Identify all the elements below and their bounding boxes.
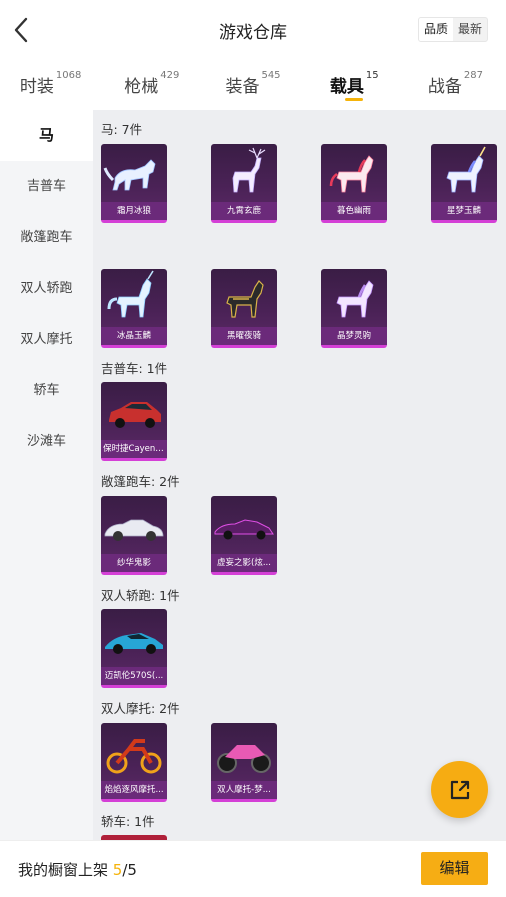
showcase-current: 5 <box>112 861 123 879</box>
share-external-icon <box>450 780 470 800</box>
tab-guns[interactable]: 枪械429 <box>101 62 202 110</box>
motorcycle-icon <box>217 745 271 773</box>
item-card[interactable]: 九霄玄鹿 <box>211 144 277 223</box>
item-card[interactable]: 暮色幽雨 <box>321 144 387 223</box>
item-card[interactable]: 纱华鬼影 <box>101 496 167 575</box>
item-name: 冰晶玉麟 <box>101 327 167 345</box>
showcase-label: 我的橱窗上架 <box>18 861 109 879</box>
item-name: 霜月冰狼 <box>101 202 167 220</box>
tab-label: 战备 <box>427 77 462 97</box>
item-name: 黑曜夜骑 <box>211 327 277 345</box>
tab-vehicles[interactable]: 载具15 <box>304 62 405 110</box>
tab-count: 545 <box>261 70 281 81</box>
nav-item-jeep[interactable]: 吉普车 <box>0 161 93 212</box>
item-grid: 马: 7件 霜月冰狼 九霄玄鹿 暮色幽雨 星梦玉麟 冰晶玉麟 黑曜夜骑 晶梦灵驹… <box>93 110 506 840</box>
nav-item-convertible[interactable]: 敞篷跑车 <box>0 212 93 263</box>
item-card[interactable]: 霜月冰狼 <box>101 144 167 223</box>
item-name: 纱华鬼影 <box>101 554 167 572</box>
unicorn-icon <box>446 146 486 193</box>
tab-supplies[interactable]: 战备287 <box>405 62 506 110</box>
header: 游戏仓库 品质 最新 <box>0 0 506 60</box>
motorcycle-icon <box>106 739 162 774</box>
deer-icon <box>232 147 266 193</box>
item-card[interactable]: 保时捷Cayenne <box>101 382 167 461</box>
tab-label: 时装 <box>19 77 54 97</box>
item-card[interactable]: 晶梦灵驹 <box>321 269 387 348</box>
item-card[interactable]: 迈凯伦570S(... <box>101 609 167 688</box>
item-name: 九霄玄鹿 <box>211 202 277 220</box>
item-name: 暮色幽雨 <box>321 202 387 220</box>
tab-equipment[interactable]: 装备545 <box>202 62 303 110</box>
subcategory-nav: 马 吉普车 敞篷跑车 双人轿跑 双人摩托 轿车 沙滩车 <box>0 110 93 840</box>
item-card[interactable]: 黑曜夜骑 <box>211 269 277 348</box>
item-name: 焰焰逐风摩托... <box>101 781 167 799</box>
share-button[interactable] <box>431 761 488 818</box>
item-card[interactable]: 冰晶玉麟 <box>101 269 167 348</box>
section-title: 吉普车: 1件 <box>101 361 168 376</box>
edit-button[interactable]: 编辑 <box>421 852 488 885</box>
suv-icon <box>109 402 161 428</box>
bottom-bar: 我的橱窗上架 5/5 编辑 <box>0 840 506 897</box>
nav-item-sedan[interactable]: 轿车 <box>0 365 93 416</box>
tab-label: 枪械 <box>124 77 159 97</box>
item-name: 迈凯伦570S(... <box>101 667 167 685</box>
item-name: 星梦玉麟 <box>431 202 497 220</box>
item-name: 虚妄之影(炫... <box>211 554 277 572</box>
item-card[interactable]: 双人摩托-梦... <box>211 723 277 802</box>
nav-item-motorcycle[interactable]: 双人摩托 <box>0 314 93 365</box>
tab-count: 287 <box>463 70 483 81</box>
horse-icon <box>329 155 374 193</box>
unicorn-icon <box>107 270 154 318</box>
section-title: 轿车: 1件 <box>101 814 155 829</box>
sort-quality[interactable]: 品质 <box>418 18 453 41</box>
sort-toggle[interactable]: 品质 最新 <box>417 17 488 42</box>
tab-label: 载具 <box>329 77 364 97</box>
horse-icon <box>226 280 264 318</box>
nav-item-coupe[interactable]: 双人轿跑 <box>0 263 93 314</box>
section-title: 马: 7件 <box>101 122 143 137</box>
item-card[interactable]: 焰焰逐风摩托... <box>101 723 167 802</box>
section-title: 双人摩托: 2件 <box>101 701 180 716</box>
nav-item-horse[interactable]: 马 <box>0 110 93 161</box>
classic-car-icon <box>104 519 164 541</box>
tab-label: 装备 <box>225 77 260 97</box>
sort-newest[interactable]: 最新 <box>453 18 487 41</box>
item-card[interactable]: 虚妄之影(炫... <box>211 496 277 575</box>
tab-count: 15 <box>365 70 379 81</box>
item-name: 晶梦灵驹 <box>321 327 387 345</box>
section-title: 敞篷跑车: 2件 <box>101 474 180 489</box>
item-name: 双人摩托-梦... <box>211 781 277 799</box>
wolf-icon <box>103 159 156 191</box>
supercar-icon <box>105 633 163 654</box>
item-name: 保时捷Cayenne <box>101 440 167 458</box>
horse-icon <box>336 280 374 318</box>
tab-count: 1068 <box>55 70 82 81</box>
tab-count: 429 <box>160 70 180 81</box>
sports-car-icon <box>214 519 274 540</box>
item-card[interactable]: 星梦玉麟 <box>431 144 497 223</box>
showcase-total: 5 <box>127 861 137 879</box>
nav-item-beach-buggy[interactable]: 沙滩车 <box>0 416 93 467</box>
tab-fashion[interactable]: 时装1068 <box>0 62 101 110</box>
section-title: 双人轿跑: 1件 <box>101 588 180 603</box>
category-tabs: 时装1068 枪械429 装备545 载具15 战备287 <box>0 62 506 110</box>
showcase-status: 我的橱窗上架 5/5 <box>18 859 137 880</box>
